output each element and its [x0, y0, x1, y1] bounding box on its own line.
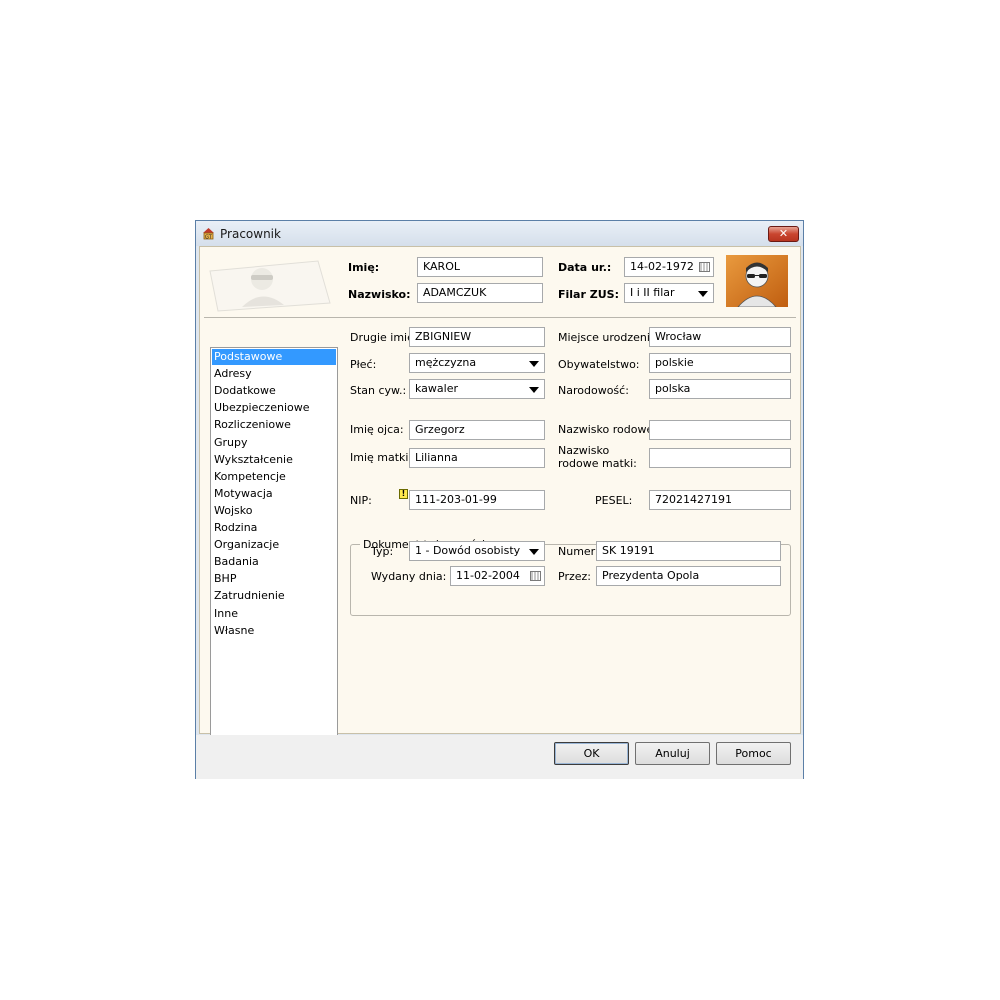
father-name-label: Imię ojca:	[350, 423, 404, 436]
second-name-label: Drugie imię:	[350, 331, 418, 344]
nip-label: NIP:	[350, 494, 372, 507]
last-name-label: Nazwisko:	[348, 288, 411, 301]
sidebar-item[interactable]: Inne	[212, 606, 336, 622]
sidebar-item[interactable]: Organizacje	[212, 537, 336, 553]
sidebar-item[interactable]: Wykształcenie	[212, 452, 336, 468]
sidebar-item[interactable]: Wojsko	[212, 503, 336, 519]
sidebar-item[interactable]: BHP	[212, 571, 336, 587]
document-number-label: Numer:	[558, 545, 599, 558]
employee-dialog: GT Pracownik ✕ Imię: KAROL Nazwisko: ADA…	[195, 220, 804, 779]
citizenship-label: Obywatelstwo:	[558, 358, 640, 371]
sidebar-item[interactable]: Adresy	[212, 366, 336, 382]
employee-photo[interactable]	[726, 255, 788, 307]
marital-status-select[interactable]: kawaler	[409, 379, 545, 399]
header-divider	[204, 317, 796, 318]
document-type-label: Typ:	[371, 545, 394, 558]
sidebar-item[interactable]: Ubezpieczeniowe	[212, 400, 336, 416]
svg-text:GT: GT	[205, 235, 213, 241]
close-icon: ✕	[778, 227, 789, 240]
nationality-label: Narodowość:	[558, 384, 629, 397]
warning-icon[interactable]: !	[399, 489, 408, 499]
document-type-select[interactable]: 1 - Dowód osobisty	[409, 541, 545, 561]
document-type-value: 1 - Dowód osobisty	[415, 544, 521, 557]
close-button[interactable]: ✕	[768, 226, 799, 242]
sidebar-item[interactable]: Rodzina	[212, 520, 336, 536]
sidebar-item[interactable]: Podstawowe	[212, 349, 336, 365]
app-logo-icon: GT	[203, 228, 214, 241]
sidebar-item[interactable]: Grupy	[212, 435, 336, 451]
zus-pillar-label: Filar ZUS:	[558, 288, 619, 301]
mother-name-label: Imię matki:	[350, 451, 413, 464]
sex-select[interactable]: mężczyzna	[409, 353, 545, 373]
mother-maiden-name-label-line1: Nazwisko	[558, 444, 610, 457]
first-name-label: Imię:	[348, 261, 380, 274]
sidebar-item[interactable]: Badania	[212, 554, 336, 570]
sex-value: mężczyzna	[415, 356, 477, 369]
dialog-footer: OK Anuluj Pomoc	[196, 735, 803, 779]
help-button[interactable]: Pomoc	[716, 742, 791, 765]
calendar-icon[interactable]	[530, 571, 541, 581]
sex-label: Płeć:	[350, 358, 377, 371]
window-title: Pracownik	[220, 227, 281, 241]
document-number-field[interactable]: SK 19191	[596, 541, 781, 561]
citizenship-field[interactable]: polskie	[649, 353, 791, 373]
ok-button[interactable]: OK	[554, 742, 629, 765]
zus-pillar-value: I i II filar	[630, 286, 675, 299]
chevron-down-icon	[698, 291, 708, 297]
chevron-down-icon	[529, 549, 539, 555]
birth-date-field[interactable]: 14-02-1972	[624, 257, 714, 277]
nationality-field[interactable]: polska	[649, 379, 791, 399]
birthplace-label: Miejsce urodzenia:	[558, 331, 661, 344]
person-photo-icon	[209, 260, 331, 312]
first-name-field[interactable]: KAROL	[417, 257, 543, 277]
mother-maiden-name-field[interactable]	[649, 448, 791, 468]
issued-by-label: Przez:	[558, 570, 591, 583]
dialog-content: Imię: KAROL Nazwisko: ADAMCZUK Data ur.:…	[199, 246, 801, 741]
sidebar-item[interactable]: Kompetencje	[212, 469, 336, 485]
sidebar-item[interactable]: Zatrudnienie	[212, 588, 336, 604]
chevron-down-icon	[529, 361, 539, 367]
zus-pillar-select[interactable]: I i II filar	[624, 283, 714, 303]
father-name-field[interactable]: Grzegorz	[409, 420, 545, 440]
issue-date-field[interactable]: 11-02-2004	[450, 566, 545, 586]
marital-status-label: Stan cyw.:	[350, 384, 407, 397]
mother-name-field[interactable]: Lilianna	[409, 448, 545, 468]
issued-by-field[interactable]: Prezydenta Opola	[596, 566, 781, 586]
calendar-icon[interactable]	[699, 262, 710, 272]
title-bar[interactable]: GT Pracownik ✕	[196, 221, 803, 246]
chevron-down-icon	[529, 387, 539, 393]
issue-date-label: Wydany dnia:	[371, 570, 447, 583]
pesel-field[interactable]: 72021427191	[649, 490, 791, 510]
nip-field[interactable]: 111-203-01-99	[409, 490, 545, 510]
sidebar-item[interactable]: Rozliczeniowe	[212, 417, 336, 433]
sidebar-item[interactable]: Motywacja	[212, 486, 336, 502]
birthplace-field[interactable]: Wrocław	[649, 327, 791, 347]
sidebar-item[interactable]: Własne	[212, 623, 336, 639]
cancel-button[interactable]: Anuluj	[635, 742, 710, 765]
birth-date-value: 14-02-1972	[630, 260, 694, 273]
mother-maiden-name-label-line2: rodowe matki:	[558, 457, 637, 470]
pesel-label: PESEL:	[595, 494, 633, 507]
marital-status-value: kawaler	[415, 382, 459, 395]
last-name-field[interactable]: ADAMCZUK	[417, 283, 543, 303]
second-name-field[interactable]: ZBIGNIEW	[409, 327, 545, 347]
maiden-name-field[interactable]	[649, 420, 791, 440]
sidebar-item[interactable]: Dodatkowe	[212, 383, 336, 399]
issue-date-value: 11-02-2004	[456, 569, 520, 582]
birth-date-label: Data ur.:	[558, 261, 612, 274]
maiden-name-label: Nazwisko rodowe:	[558, 423, 657, 436]
section-list[interactable]: Podstawowe Adresy Dodatkowe Ubezpieczeniowe…	[210, 347, 338, 741]
